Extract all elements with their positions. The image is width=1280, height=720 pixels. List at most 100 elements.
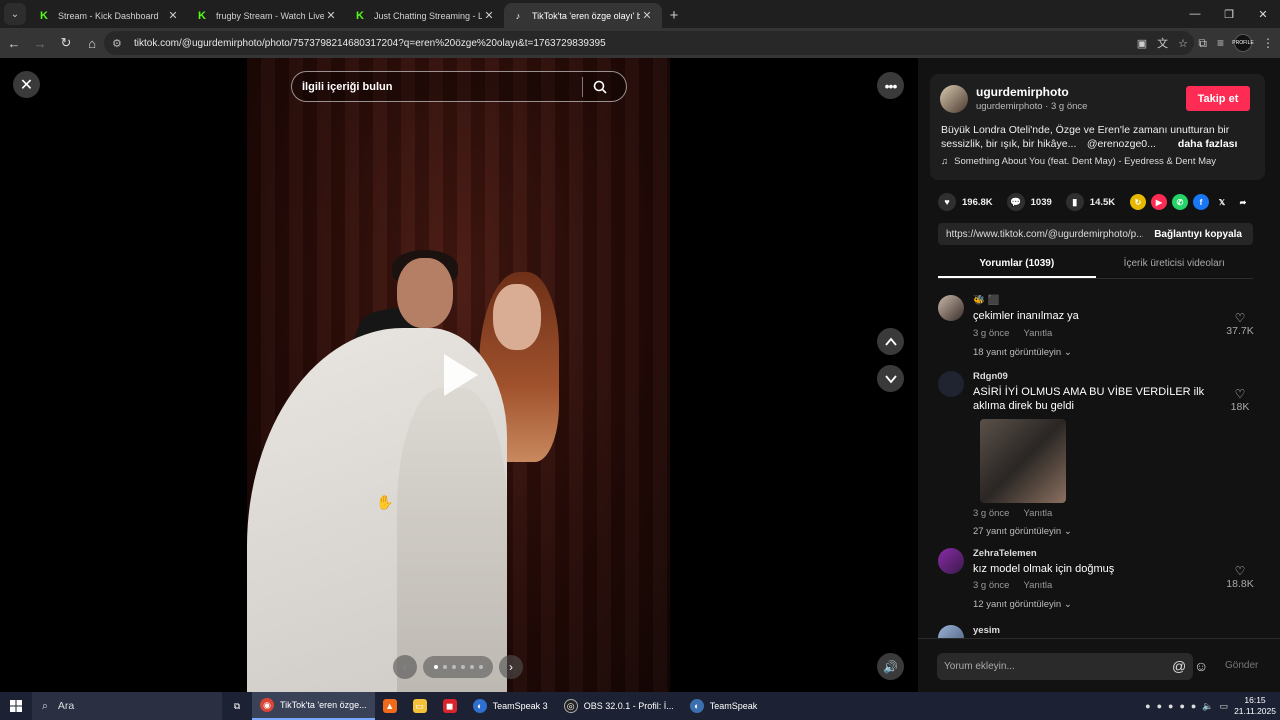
reload-icon[interactable]: ↻ (54, 31, 78, 55)
carousel-dot[interactable] (442, 665, 447, 669)
taskbar-teamspeak3[interactable]: ◐ TeamSpeak 3 (465, 692, 556, 720)
more-options-button[interactable]: ••• (877, 72, 904, 99)
bookmark-star-icon[interactable]: ☆ (1178, 37, 1188, 50)
tab-kick-dashboard[interactable]: K Stream - Kick Dashboard ✕ (30, 3, 188, 28)
volume-icon[interactable]: 🔊 (877, 653, 904, 680)
view-replies-link[interactable]: 18 yanıt görüntüleyin ⌄ (973, 347, 1072, 358)
previous-post-button[interactable] (877, 328, 904, 355)
heart-outline-icon[interactable]: ♡ (1222, 387, 1258, 401)
close-tab-icon[interactable]: ✕ (482, 9, 496, 22)
profile-avatar[interactable]: PROFILE (1232, 34, 1254, 52)
taskbar-clock[interactable]: 16:15 21.11.2025 (1234, 695, 1276, 717)
speaker-icon[interactable]: 🔈 (1202, 701, 1213, 712)
music-title[interactable]: Something About You (feat. Dent May) - E… (954, 156, 1216, 167)
commenter-avatar[interactable] (938, 371, 964, 397)
author-avatar[interactable] (940, 85, 968, 113)
author-username[interactable]: ugurdemirphoto (976, 85, 1069, 99)
tab-creator-videos[interactable]: İçerik üreticisi videoları (1096, 254, 1254, 278)
commenter-name[interactable]: Rdgn09 (973, 371, 1008, 382)
windows-start-icon[interactable] (0, 692, 32, 720)
restore-icon[interactable]: ❐ (1212, 0, 1246, 28)
tray-app-icon[interactable]: ● (1191, 701, 1196, 711)
heart-outline-icon[interactable]: ♡ (1222, 564, 1258, 578)
related-search-input[interactable] (302, 80, 582, 93)
menu-kebab-icon[interactable]: ⋮ (1262, 36, 1274, 50)
tab-comments[interactable]: Yorumlar (1039) (938, 254, 1096, 278)
commenter-name[interactable]: yesim (973, 625, 1000, 636)
translate-icon[interactable]: 文 (1157, 35, 1168, 51)
network-icon[interactable]: ▭ (1220, 701, 1229, 712)
taskbar-chrome[interactable]: ◉ TikTok'ta 'eren özge... (252, 692, 375, 720)
next-post-button[interactable] (877, 365, 904, 392)
follow-button[interactable]: Takip et (1186, 86, 1250, 111)
address-bar[interactable]: ⚙ tiktok.com/@ugurdemirphoto/photo/75737… (104, 31, 1194, 55)
taskbar-explorer[interactable]: ▭ (405, 692, 435, 720)
new-tab-button[interactable]: + (662, 7, 686, 24)
taskbar-search[interactable]: ⌕ Ara (32, 692, 222, 720)
see-more-link[interactable]: daha fazlası (1178, 138, 1238, 150)
send-comment-button[interactable]: Gönder (1225, 660, 1258, 671)
home-icon[interactable]: ⌂ (80, 31, 104, 55)
emoji-icon[interactable]: ☺ (1194, 658, 1208, 674)
x-icon[interactable]: 𝕏 (1214, 194, 1230, 210)
site-info-icon[interactable]: ⚙ (112, 37, 128, 50)
view-replies-link[interactable]: 12 yanıt görüntüleyin ⌄ (973, 599, 1072, 610)
carousel-dot[interactable] (433, 665, 438, 669)
comment-input[interactable] (944, 661, 1164, 672)
commenter-name[interactable]: 🐝 ⬛ (973, 295, 999, 306)
tab-just-chatting[interactable]: K Just Chatting Streaming - Live ✕ (346, 3, 504, 28)
repost-icon[interactable]: ↻ (1130, 194, 1146, 210)
reply-button[interactable]: Yanıtla (1023, 328, 1052, 339)
carousel-dot[interactable] (451, 665, 456, 669)
search-icon[interactable] (583, 80, 617, 94)
comment-icon[interactable]: 💬 (1006, 193, 1025, 211)
share-arrow-icon[interactable]: ➦ (1235, 194, 1251, 210)
close-tab-icon[interactable]: ✕ (324, 9, 338, 22)
url-text[interactable]: tiktok.com/@ugurdemirphoto/photo/7573798… (134, 38, 1194, 49)
taskbar-teamspeak[interactable]: ◐ TeamSpeak (682, 692, 766, 720)
commenter-avatar[interactable] (938, 548, 964, 574)
minimize-icon[interactable]: — (1178, 0, 1212, 28)
comment-like[interactable]: ♡ 18K (1222, 387, 1258, 413)
task-view-icon[interactable]: ⧉ (222, 692, 252, 720)
tab-tiktok[interactable]: ♪ TikTok'ta 'eren özge olayı' bula ✕ (504, 3, 662, 28)
carousel-dot[interactable] (469, 665, 474, 669)
tab-search-button[interactable]: ⌄ (4, 3, 26, 25)
media-controls-icon[interactable]: ≡ (1217, 36, 1224, 50)
taskbar-brave[interactable]: ▲ (375, 692, 405, 720)
tab-frugby-stream[interactable]: K frugby Stream - Watch Live on ✕ (188, 3, 346, 28)
copy-link-button[interactable]: Bağlantıyı kopyala (1143, 229, 1253, 240)
bookmark-icon[interactable]: ▮ (1065, 193, 1084, 211)
back-icon[interactable]: ← (2, 31, 26, 55)
like-stat[interactable]: ♥ 196.8K (938, 193, 993, 211)
save-stat[interactable]: ▮ 14.5K (1065, 193, 1115, 211)
reply-button[interactable]: Yanıtla (1023, 508, 1052, 519)
mention-icon[interactable]: @ (1172, 658, 1186, 674)
close-tab-icon[interactable]: ✕ (640, 9, 654, 22)
tray-app-icon[interactable]: ● (1179, 701, 1184, 711)
close-window-icon[interactable]: ✕ (1246, 0, 1280, 28)
heart-outline-icon[interactable]: ♡ (1222, 311, 1258, 325)
close-viewer-button[interactable]: ✕ (13, 71, 40, 98)
view-replies-link[interactable]: 27 yanıt görüntüleyin ⌄ (973, 526, 1072, 537)
comment-stat[interactable]: 💬 1039 (1006, 193, 1052, 211)
carousel-prev-button[interactable]: ‹ (393, 655, 417, 679)
related-search-bar[interactable] (291, 71, 627, 102)
tray-app-icon[interactable]: ● (1145, 701, 1150, 711)
tray-app-icon[interactable]: ● (1157, 701, 1162, 711)
comment-like[interactable]: ♡ 18.8K (1222, 564, 1258, 590)
close-tab-icon[interactable]: ✕ (166, 9, 180, 22)
commenter-avatar[interactable] (938, 295, 964, 321)
carousel-dot[interactable] (460, 665, 465, 669)
taskbar-obs[interactable]: ◎ OBS 32.0.1 - Profil: İ... (556, 692, 682, 720)
comment-image[interactable] (980, 419, 1066, 503)
carousel-dot[interactable] (478, 665, 483, 669)
heart-icon[interactable]: ♥ (938, 193, 956, 211)
install-app-icon[interactable]: ▣ (1137, 37, 1147, 50)
carousel-next-button[interactable]: › (499, 655, 523, 679)
forward-icon[interactable]: → (28, 31, 52, 55)
tray-app-icon[interactable]: ● (1168, 701, 1173, 711)
commenter-name[interactable]: ZehraTelemen (973, 548, 1037, 559)
play-icon[interactable] (444, 354, 478, 396)
taskbar-app[interactable]: ◼ (435, 692, 465, 720)
